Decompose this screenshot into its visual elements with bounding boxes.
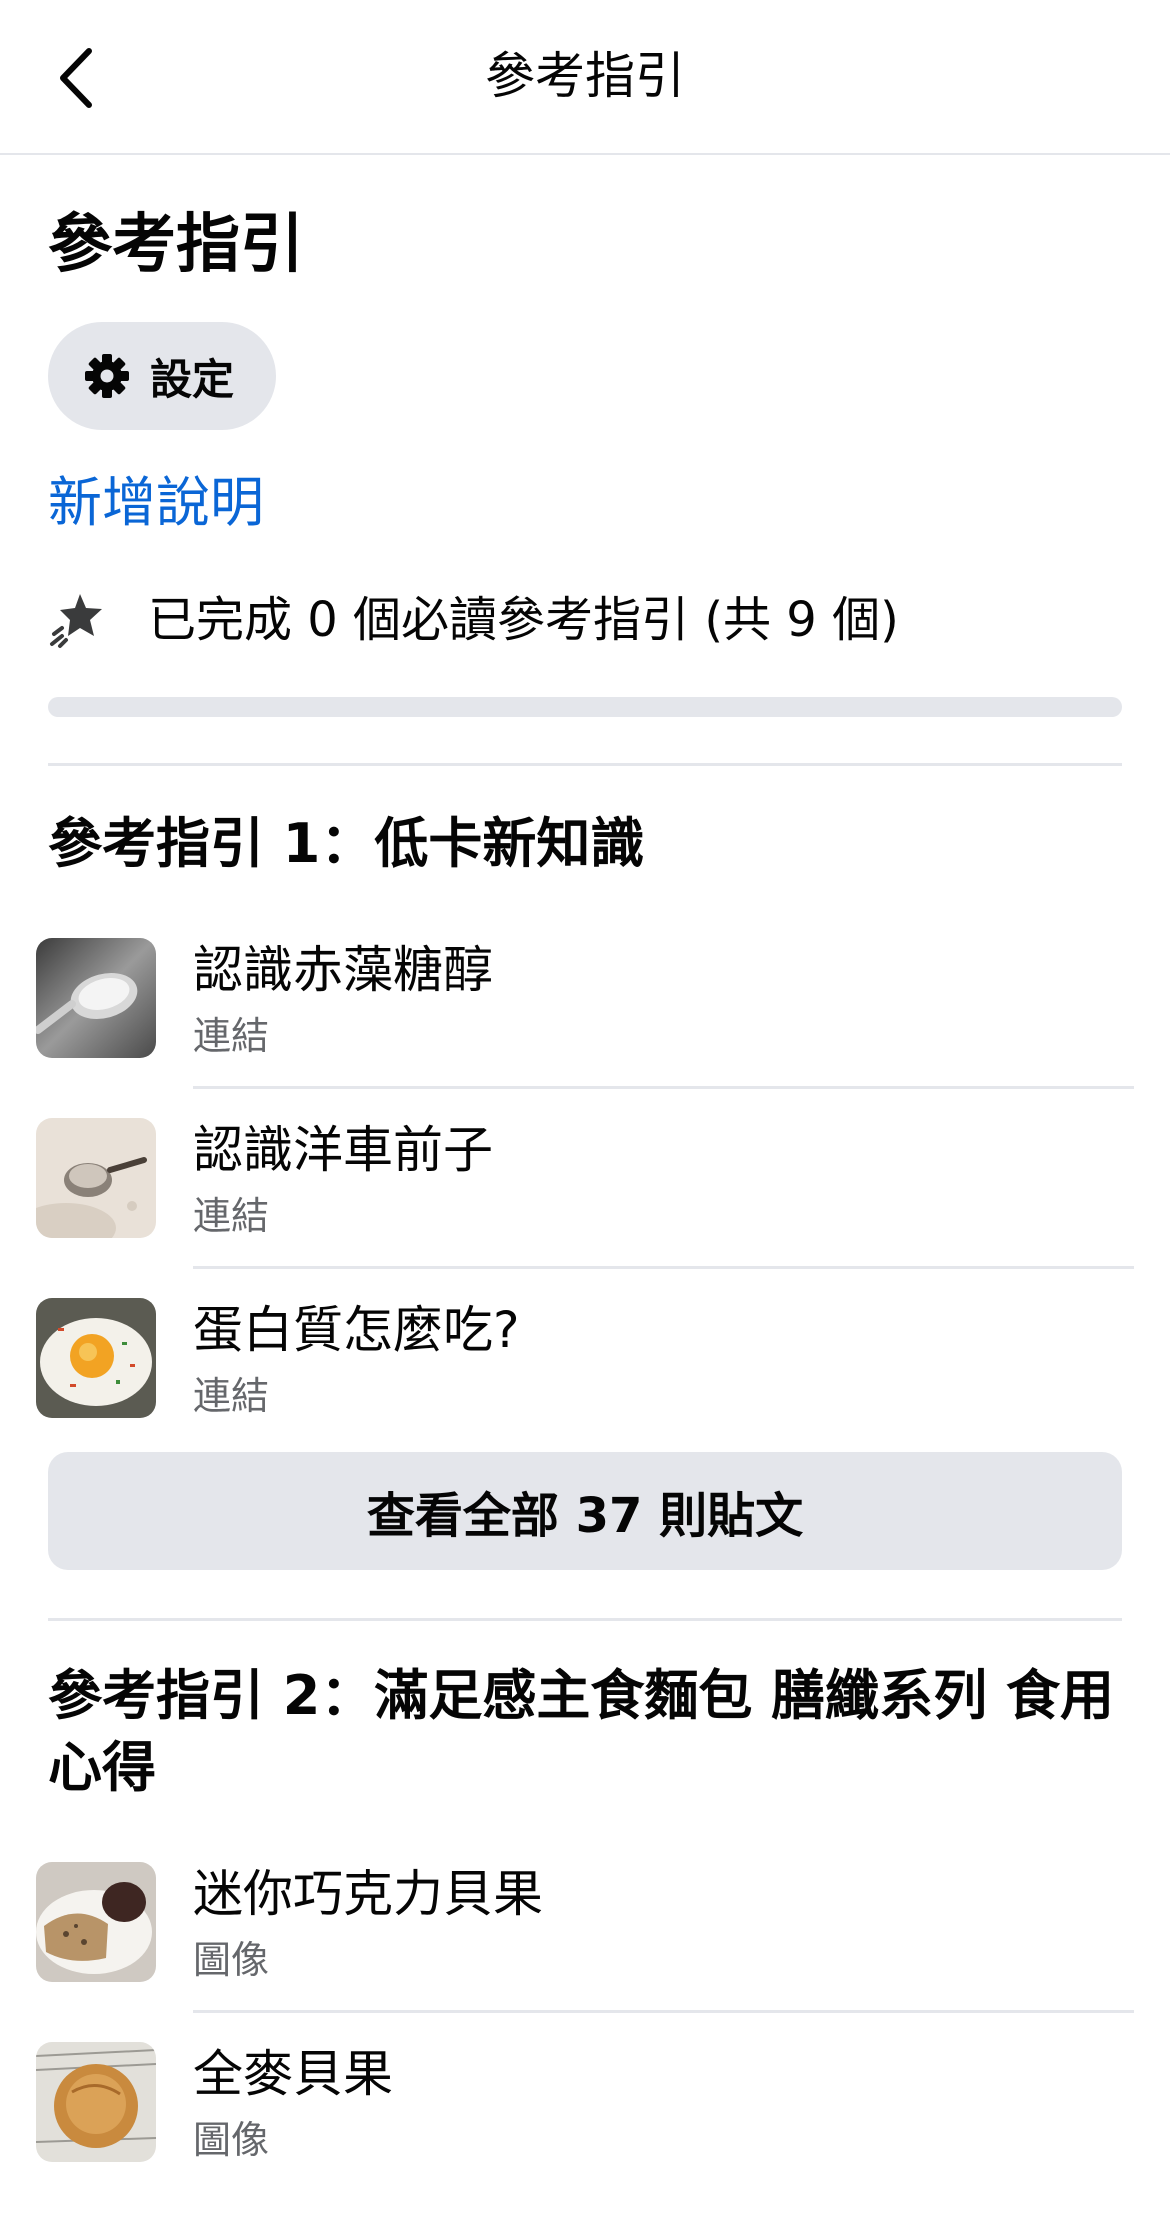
top-bar: 參考指引 xyxy=(0,0,1170,155)
psyllium-powder-image xyxy=(36,1118,156,1238)
progress-summary: 已完成 0 個必讀參考指引 (共 9 個) xyxy=(48,580,1122,660)
list-item[interactable]: 認識洋車前子 連結 xyxy=(0,1118,1170,1298)
item-type: 連結 xyxy=(193,1374,270,1418)
settings-label: 設定 xyxy=(150,354,235,404)
divider xyxy=(48,763,1122,766)
item-title: 蛋白質怎麼吃? xyxy=(193,1301,520,1359)
list-item[interactable]: 迷你巧克力貝果 圖像 xyxy=(0,1862,1170,2042)
list-item[interactable]: 認識赤藻糖醇 連結 xyxy=(0,938,1170,1118)
divider xyxy=(193,2010,1134,2013)
item-type: 連結 xyxy=(193,1014,270,1058)
sugar-spoon-image xyxy=(36,938,156,1058)
section-title: 參考指引 2：滿足感主食麵包 膳纖系列 食用心得 xyxy=(48,1664,1114,1799)
fried-egg-image xyxy=(36,1298,156,1418)
item-type: 連結 xyxy=(193,1194,270,1238)
whole-wheat-bagel-image xyxy=(36,2042,156,2162)
shooting-star-icon xyxy=(50,594,102,648)
item-title: 認識洋車前子 xyxy=(193,1121,493,1179)
bagel-plate-image xyxy=(36,1862,156,1982)
gear-icon xyxy=(85,354,129,398)
section-title: 參考指引 1：低卡新知識 xyxy=(48,812,645,875)
header-title: 參考指引 xyxy=(485,47,685,105)
view-all-posts-button[interactable]: 查看全部 37 則貼文 xyxy=(48,1452,1122,1570)
item-title: 全麥貝果 xyxy=(193,2045,393,2103)
progress-bar xyxy=(48,697,1122,717)
add-description-link[interactable]: 新增說明 xyxy=(48,466,264,540)
item-type: 圖像 xyxy=(193,1938,270,1982)
item-type: 圖像 xyxy=(193,2118,270,2162)
list-item[interactable]: 蛋白質怎麼吃? 連結 xyxy=(0,1298,1170,1478)
divider xyxy=(193,1086,1134,1089)
list-item[interactable]: 全麥貝果 圖像 xyxy=(0,2042,1170,2222)
settings-button[interactable]: 設定 xyxy=(48,322,276,430)
page-title: 參考指引 xyxy=(48,208,304,282)
progress-text: 已完成 0 個必讀參考指引 (共 9 個) xyxy=(148,592,899,648)
item-title: 認識赤藻糖醇 xyxy=(193,941,493,999)
item-title: 迷你巧克力貝果 xyxy=(193,1865,543,1923)
divider xyxy=(48,1618,1122,1621)
divider xyxy=(193,1266,1134,1269)
